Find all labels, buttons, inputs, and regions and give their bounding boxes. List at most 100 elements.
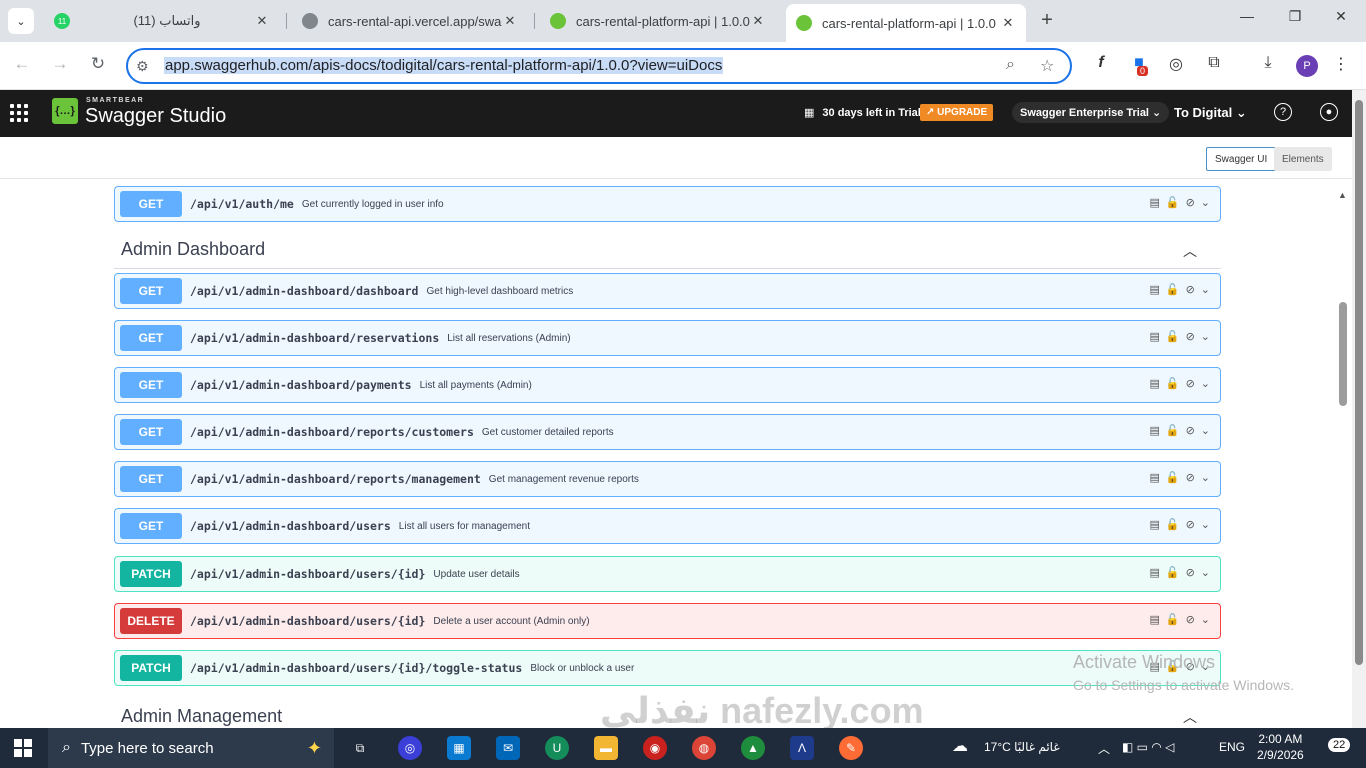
chevron-down-icon[interactable]: ⌄ [1201, 377, 1210, 390]
copy-icon[interactable]: ▤ [1149, 613, 1159, 626]
chevron-down-icon[interactable]: ⌄ [1201, 196, 1210, 209]
notification-badge[interactable]: 22 [1328, 738, 1351, 752]
enterprise-trial-dropdown[interactable]: Swagger Enterprise Trial ⌄ [1012, 102, 1170, 123]
swagger-ui-toggle[interactable]: Swagger UI [1206, 147, 1277, 171]
url-text[interactable]: app.swaggerhub.com/apis-docs/todigital/c… [164, 57, 724, 74]
tray-chevron-up-icon[interactable]: ︿ [1098, 740, 1110, 757]
copy-icon[interactable]: ▤ [1149, 330, 1159, 343]
operation-row[interactable]: GET /api/v1/admin-dashboard/reports/mana… [114, 461, 1221, 497]
link-icon[interactable]: ⊘ [1186, 518, 1195, 531]
app-icon[interactable]: Λ [790, 736, 814, 760]
clock[interactable]: 2:00 AM 2/9/2026 [1257, 731, 1304, 763]
copy-icon[interactable]: ▤ [1149, 377, 1159, 390]
upgrade-button[interactable]: ↗ UPGRADE [920, 104, 994, 121]
lock-icon[interactable]: 🔓 [1166, 377, 1180, 390]
operation-row[interactable]: GET /api/v1/admin-dashboard/dashboard Ge… [114, 273, 1221, 309]
copy-icon[interactable]: ▤ [1149, 196, 1159, 209]
tab-swaggerhub-active[interactable]: cars-rental-platform-api | 1.0.0 ✕ [786, 4, 1026, 42]
upwork-icon[interactable]: U [545, 736, 569, 760]
zoom-icon[interactable]: ⌕ [1006, 56, 1015, 74]
tab-vercel[interactable]: cars-rental-api.vercel.app/swag ✕ [292, 6, 528, 36]
chevron-down-icon[interactable]: ⌄ [1201, 518, 1210, 531]
lock-icon[interactable]: 🔓 [1166, 424, 1180, 437]
chevron-up-icon[interactable]: ︿ [1183, 241, 1197, 261]
extension-ring-icon[interactable]: ◎ [1165, 54, 1187, 74]
copy-icon[interactable]: ▤ [1149, 424, 1159, 437]
chrome-icon[interactable]: ◍ [692, 736, 716, 760]
operation-row[interactable]: PATCH /api/v1/admin-dashboard/users/{id}… [114, 650, 1221, 686]
bookmark-star-icon[interactable]: ☆ [1040, 56, 1054, 76]
chevron-up-icon[interactable]: ︿ [1183, 707, 1197, 727]
forward-button[interactable]: → [48, 54, 72, 74]
app-icon[interactable]: ◎ [398, 736, 422, 760]
operation-row[interactable]: GET /api/v1/admin-dashboard/users List a… [114, 508, 1221, 544]
lock-icon[interactable]: 🔓 [1166, 471, 1180, 484]
lock-icon[interactable]: 🔓 [1166, 566, 1180, 579]
tab-whatsapp[interactable]: 11 (11) واتساب ✕ [44, 6, 280, 36]
close-icon[interactable]: ✕ [1000, 15, 1016, 31]
tab-swaggerhub-1[interactable]: cars-rental-platform-api | 1.0.0 ✕ [540, 6, 776, 36]
taskbar-search[interactable]: ⌕ Type here to search ✦ [48, 728, 334, 768]
file-explorer-icon[interactable]: ▬ [594, 736, 618, 760]
chevron-down-icon[interactable]: ⌄ [1201, 566, 1210, 579]
back-button[interactable]: ← [10, 54, 34, 74]
close-icon[interactable]: ✕ [254, 13, 270, 29]
postman-icon[interactable]: ✎ [839, 736, 863, 760]
copy-icon[interactable]: ▤ [1149, 471, 1159, 484]
help-icon[interactable]: ? [1274, 103, 1292, 121]
operation-row[interactable]: GET /api/v1/auth/me Get currently logged… [114, 186, 1221, 222]
outlook-icon[interactable]: ✉ [496, 736, 520, 760]
address-bar[interactable]: ⚙ app.swaggerhub.com/apis-docs/todigital… [126, 48, 1072, 84]
chevron-down-icon[interactable]: ⌄ [1201, 471, 1210, 484]
window-close-button[interactable]: ✕ [1326, 8, 1356, 25]
task-view-icon[interactable]: ⧉ [348, 736, 372, 760]
link-icon[interactable]: ⊘ [1186, 613, 1195, 626]
lock-icon[interactable]: 🔓 [1166, 518, 1180, 531]
link-icon[interactable]: ⊘ [1186, 566, 1195, 579]
brand-name[interactable]: Swagger Studio [85, 105, 226, 128]
operation-row[interactable]: GET /api/v1/admin-dashboard/reservations… [114, 320, 1221, 356]
link-icon[interactable]: ⊘ [1186, 196, 1195, 209]
store-icon[interactable]: ▦ [447, 736, 471, 760]
page-scrollbar-thumb[interactable] [1355, 100, 1363, 665]
app-icon[interactable]: ◉ [643, 736, 667, 760]
operation-row[interactable]: GET /api/v1/admin-dashboard/payments Lis… [114, 367, 1221, 403]
puzzle-icon[interactable]: ⧉ [1203, 54, 1225, 72]
swagger-logo-icon[interactable]: {…} [52, 98, 78, 124]
fx-extension-icon[interactable]: f [1090, 54, 1112, 72]
chevron-down-icon[interactable]: ⌄ [1201, 330, 1210, 343]
reload-button[interactable]: ↻ [86, 54, 110, 74]
language-indicator[interactable]: ENG [1219, 740, 1245, 754]
weather-icon[interactable]: ☁ [952, 736, 968, 756]
app-icon[interactable]: ▲ [741, 736, 765, 760]
tray-icons[interactable]: ◧ ▭ ◠ ◁ [1122, 740, 1174, 754]
chevron-down-icon[interactable]: ⌄ [1201, 424, 1210, 437]
section-title[interactable]: Admin Management [121, 706, 282, 727]
link-icon[interactable]: ⊘ [1186, 377, 1195, 390]
close-icon[interactable]: ✕ [502, 13, 518, 29]
elements-toggle[interactable]: Elements [1274, 147, 1332, 171]
section-title[interactable]: Admin Dashboard [121, 239, 265, 260]
download-icon[interactable]: ⤓ [1257, 54, 1279, 72]
start-button[interactable] [14, 739, 32, 757]
site-info-icon[interactable]: ⚙ [136, 58, 149, 75]
restore-button[interactable]: ❐ [1280, 8, 1310, 25]
new-tab-button[interactable]: + [1036, 9, 1058, 32]
profile-avatar[interactable]: P [1296, 55, 1318, 77]
link-icon[interactable]: ⊘ [1186, 283, 1195, 296]
link-icon[interactable]: ⊘ [1186, 330, 1195, 343]
close-icon[interactable]: ✕ [750, 13, 766, 29]
link-icon[interactable]: ⊘ [1186, 471, 1195, 484]
lock-icon[interactable]: 🔓 [1166, 196, 1180, 209]
copy-icon[interactable]: ▤ [1149, 283, 1159, 296]
chevron-down-icon[interactable]: ⌄ [1201, 283, 1210, 296]
lock-icon[interactable]: 🔓 [1166, 283, 1180, 296]
menu-icon[interactable]: ⋮ [1330, 54, 1352, 74]
operation-row[interactable]: PATCH /api/v1/admin-dashboard/users/{id}… [114, 556, 1221, 592]
weather-text[interactable]: 17°C غائم غالبًا [984, 740, 1060, 754]
lock-icon[interactable]: 🔓 [1166, 613, 1180, 626]
tab-search-dropdown[interactable]: ⌄ [8, 8, 34, 34]
operation-row[interactable]: DELETE /api/v1/admin-dashboard/users/{id… [114, 603, 1221, 639]
scroll-up-arrow-icon[interactable]: ▲ [1338, 190, 1347, 200]
content-scrollbar-thumb[interactable] [1339, 302, 1347, 406]
